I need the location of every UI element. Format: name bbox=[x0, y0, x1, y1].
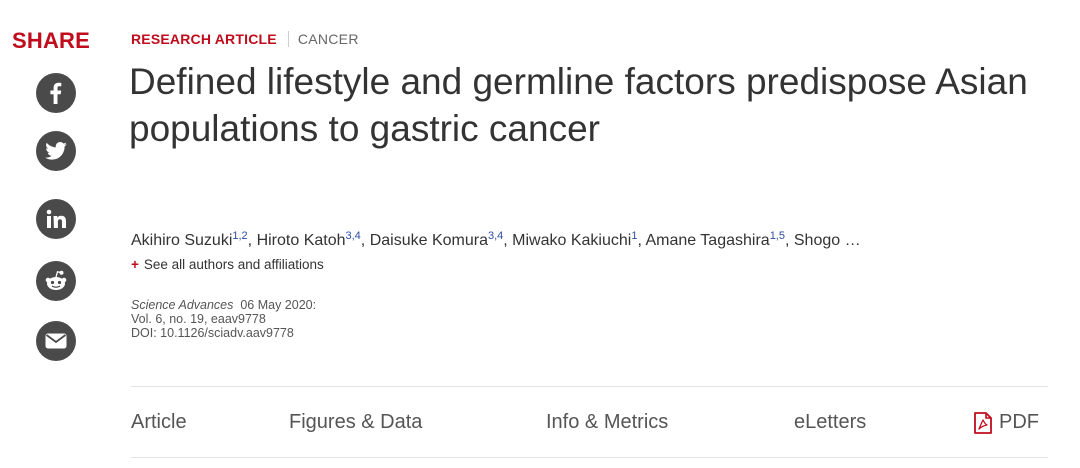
affiliation-ref[interactable]: 3,4 bbox=[346, 230, 361, 242]
facebook-icon bbox=[50, 82, 62, 104]
citation-volume: Vol. 6, no. 19, eaav9778 bbox=[131, 312, 266, 326]
publication-date: 06 May 2020: bbox=[240, 298, 317, 312]
facebook-share-button[interactable] bbox=[36, 73, 76, 113]
twitter-share-button[interactable] bbox=[36, 131, 76, 171]
linkedin-share-button[interactable] bbox=[36, 199, 76, 239]
article-kicker: RESEARCH ARTICLE CANCER bbox=[131, 31, 359, 47]
reddit-share-button[interactable] bbox=[36, 261, 76, 301]
pdf-icon bbox=[974, 411, 992, 434]
share-label: SHARE bbox=[12, 28, 91, 53]
linkedin-icon bbox=[46, 209, 66, 228]
tab-eletters[interactable]: eLetters bbox=[794, 411, 866, 434]
author-link[interactable]: Miwako Kakiuchi bbox=[512, 232, 631, 249]
twitter-icon bbox=[45, 142, 67, 160]
see-all-authors-label: See all authors and affiliations bbox=[143, 257, 324, 272]
journal-name: Science Advances bbox=[131, 298, 234, 312]
affiliation-ref[interactable]: 1,2 bbox=[232, 230, 247, 242]
tab-figures-data[interactable]: Figures & Data bbox=[289, 411, 422, 434]
affiliation-ref[interactable]: 1,5 bbox=[770, 230, 785, 242]
author-link[interactable]: Amane Tagashira bbox=[645, 232, 769, 249]
article-title: Defined lifestyle and germline factors p… bbox=[129, 61, 1028, 149]
email-icon bbox=[45, 333, 67, 349]
tab-pdf[interactable]: PDF bbox=[973, 411, 1039, 434]
kicker-divider bbox=[287, 31, 289, 47]
citation-block: Science Advances 06 May 2020: Vol. 6, no… bbox=[131, 298, 316, 340]
citation-journal-line: Science Advances 06 May 2020: bbox=[131, 298, 316, 312]
article-tabs: Article Figures & Data Info & Metrics eL… bbox=[131, 386, 1048, 458]
email-share-button[interactable] bbox=[36, 321, 76, 361]
tab-pdf-label: PDF bbox=[999, 411, 1039, 433]
article-type-label: RESEARCH ARTICLE bbox=[131, 31, 277, 47]
author-truncated[interactable]: Shogo … bbox=[794, 232, 861, 249]
author-list: Akihiro Suzuki1,2, Hiroto Katoh3,4, Dais… bbox=[131, 230, 861, 250]
author-link[interactable]: Akihiro Suzuki bbox=[131, 232, 232, 249]
author-link[interactable]: Hiroto Katoh bbox=[257, 232, 346, 249]
affiliation-ref[interactable]: 3,4 bbox=[488, 230, 503, 242]
tab-article[interactable]: Article bbox=[131, 411, 187, 434]
reddit-icon bbox=[45, 270, 67, 290]
article-subject-link[interactable]: CANCER bbox=[298, 31, 359, 47]
see-all-authors-link[interactable]: + See all authors and affiliations bbox=[131, 257, 324, 272]
author-link[interactable]: Daisuke Komura bbox=[370, 232, 488, 249]
plus-icon: + bbox=[131, 257, 139, 272]
affiliation-ref[interactable]: 1 bbox=[631, 230, 637, 242]
tab-info-metrics[interactable]: Info & Metrics bbox=[546, 411, 668, 434]
citation-doi: DOI: 10.1126/sciadv.aav9778 bbox=[131, 326, 294, 340]
